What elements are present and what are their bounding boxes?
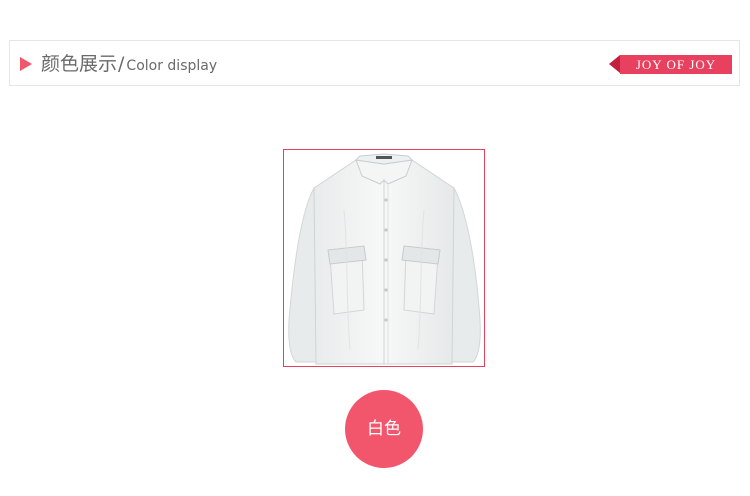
white-shirt-icon [284,150,484,366]
title-separator: / [118,53,125,75]
brand-badge-tab-icon [609,55,620,73]
play-arrow-icon [20,57,32,71]
brand-badge: JOY OF JOY [609,55,732,74]
color-option-white[interactable]: 白色 [345,390,423,468]
section-title: 颜色展示/Color display [41,52,217,76]
section-title-cn: 颜色展示 [41,53,118,75]
section-header: 颜色展示/Color display JOY OF JOY [9,40,740,86]
section-title-en: Color display [126,58,218,74]
product-image [283,149,485,367]
brand-name: JOY OF JOY [635,57,717,72]
